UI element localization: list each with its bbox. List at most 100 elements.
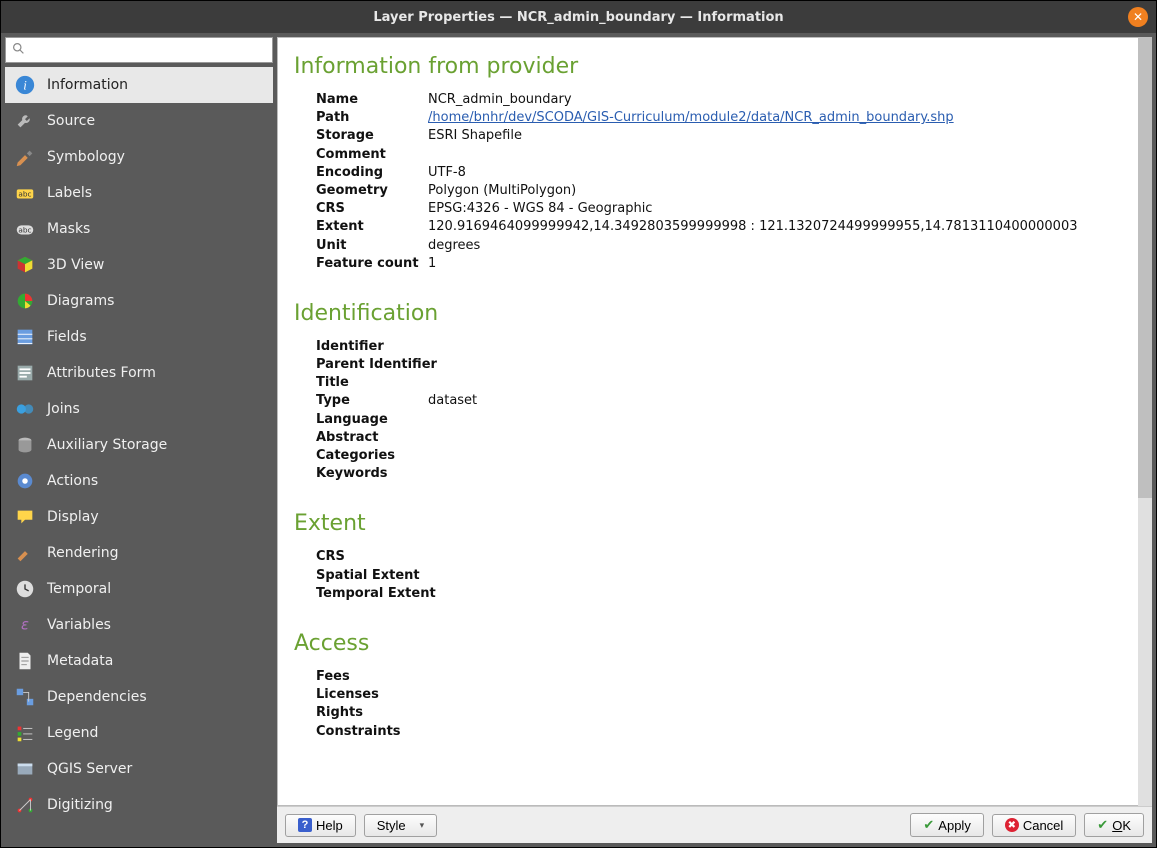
sidebar-item-legend[interactable]: Legend (5, 715, 273, 751)
path-link[interactable]: /home/bnhr/dev/SCODA/GIS-Curriculum/modu… (428, 110, 954, 125)
key-unit: Unit (316, 237, 428, 255)
sidebar-item-information[interactable]: i Information (5, 67, 273, 103)
titlebar: Layer Properties — NCR_admin_boundary — … (1, 1, 1156, 33)
sidebar-item-auxiliary-storage[interactable]: Auxiliary Storage (5, 427, 273, 463)
style-button-label: Style (377, 818, 406, 833)
sidebar-item-symbology[interactable]: Symbology (5, 139, 273, 175)
section-identification-heading: Identification (294, 301, 1123, 326)
key-path: Path (316, 109, 428, 127)
close-button[interactable]: ✕ (1128, 7, 1148, 27)
sidebar-item-attributes-form[interactable]: Attributes Form (5, 355, 273, 391)
labels-icon: abc (13, 181, 37, 205)
svg-text:ε: ε (21, 617, 29, 634)
sidebar-item-dependencies[interactable]: Dependencies (5, 679, 273, 715)
check-icon: ✔ (923, 817, 934, 833)
style-button[interactable]: Style ▾ (364, 814, 437, 837)
sidebar-item-label: Dependencies (47, 689, 147, 705)
key-rights: Rights (316, 704, 428, 722)
key-categories: Categories (316, 447, 428, 465)
sidebar-item-label: Rendering (47, 545, 119, 561)
key-storage: Storage (316, 127, 428, 145)
content-area: Information from provider NameNCR_admin_… (277, 37, 1152, 843)
cancel-icon: ✖ (1005, 818, 1019, 832)
key-temporal-extent: Temporal Extent (316, 585, 446, 603)
chart-icon (13, 289, 37, 313)
val-unit: degrees (428, 237, 480, 255)
tooltip-icon (13, 505, 37, 529)
cube-icon (13, 253, 37, 277)
sidebar-item-label: Temporal (47, 581, 111, 597)
info-icon: i (13, 73, 37, 97)
cancel-button-label: Cancel (1023, 818, 1063, 833)
sidebar-item-masks[interactable]: abc Masks (5, 211, 273, 247)
brush-icon (13, 145, 37, 169)
key-fees: Fees (316, 668, 428, 686)
val-type: dataset (428, 392, 477, 410)
sidebar-item-label: Masks (47, 221, 90, 237)
sidebar-item-variables[interactable]: ε Variables (5, 607, 273, 643)
svg-text:abc: abc (18, 226, 31, 235)
sidebar-item-joins[interactable]: Joins (5, 391, 273, 427)
sidebar-item-3dview[interactable]: 3D View (5, 247, 273, 283)
ok-icon: ✔ (1097, 817, 1108, 833)
content-scroll[interactable]: Information from provider NameNCR_admin_… (277, 37, 1152, 806)
val-storage: ESRI Shapefile (428, 127, 522, 145)
sidebar-item-source[interactable]: Source (5, 103, 273, 139)
sidebar: i Information Source Symbology (5, 37, 273, 843)
ok-button-label: OK (1112, 818, 1131, 833)
close-icon: ✕ (1133, 10, 1143, 24)
sidebar-item-temporal[interactable]: Temporal (5, 571, 273, 607)
apply-button[interactable]: ✔ Apply (910, 813, 983, 837)
val-name: NCR_admin_boundary (428, 91, 572, 109)
sidebar-item-fields[interactable]: Fields (5, 319, 273, 355)
section-provider-heading: Information from provider (294, 54, 1123, 79)
rendering-icon (13, 541, 37, 565)
sidebar-item-label: Diagrams (47, 293, 114, 309)
extent-table: CRS Spatial Extent Temporal Extent (316, 548, 1123, 603)
sidebar-item-label: Auxiliary Storage (47, 437, 167, 453)
chevron-down-icon: ▾ (420, 820, 425, 831)
sidebar-item-label: Variables (47, 617, 111, 633)
search-input[interactable] (31, 43, 266, 58)
sidebar-item-label: Legend (47, 725, 98, 741)
key-title: Title (316, 374, 428, 392)
key-geometry: Geometry (316, 182, 428, 200)
sidebar-item-labels[interactable]: abc Labels (5, 175, 273, 211)
help-button[interactable]: ? Help (285, 814, 356, 837)
scrollbar-thumb[interactable] (1138, 37, 1152, 498)
sidebar-item-qgis-server[interactable]: QGIS Server (5, 751, 273, 787)
scrollbar-track[interactable] (1138, 37, 1152, 806)
sidebar-item-label: Display (47, 509, 99, 525)
sidebar-item-label: Fields (47, 329, 87, 345)
val-geometry: Polygon (MultiPolygon) (428, 182, 576, 200)
sidebar-item-label: Information (47, 77, 128, 93)
sidebar-item-label: Labels (47, 185, 92, 201)
sidebar-item-label: Actions (47, 473, 98, 489)
ok-button[interactable]: ✔ OK (1084, 813, 1144, 837)
val-path: /home/bnhr/dev/SCODA/GIS-Curriculum/modu… (428, 109, 954, 127)
sidebar-item-rendering[interactable]: Rendering (5, 535, 273, 571)
window-title: Layer Properties — NCR_admin_boundary — … (373, 10, 783, 25)
svg-text:i: i (23, 79, 27, 93)
search-icon (12, 42, 25, 59)
digitizing-icon (13, 793, 37, 817)
key-licenses: Licenses (316, 686, 428, 704)
search-field-wrap[interactable] (5, 37, 273, 63)
sidebar-item-actions[interactable]: Actions (5, 463, 273, 499)
wrench-icon (13, 109, 37, 133)
sidebar-item-metadata[interactable]: Metadata (5, 643, 273, 679)
sidebar-item-digitizing[interactable]: Digitizing (5, 787, 273, 823)
section-access-heading: Access (294, 631, 1123, 656)
dependencies-icon (13, 685, 37, 709)
key-parent-identifier: Parent Identifier (316, 356, 446, 374)
sidebar-item-display[interactable]: Display (5, 499, 273, 535)
sidebar-item-diagrams[interactable]: Diagrams (5, 283, 273, 319)
val-encoding: UTF-8 (428, 164, 466, 182)
sidebar-item-label: Attributes Form (47, 365, 156, 381)
cancel-button[interactable]: ✖ Cancel (992, 814, 1076, 837)
sidebar-item-label: Source (47, 113, 95, 129)
sidebar-item-label: QGIS Server (47, 761, 132, 777)
key-extent: Extent (316, 218, 428, 236)
sidebar-item-label: Metadata (47, 653, 113, 669)
access-table: Fees Licenses Rights Constraints (316, 668, 1123, 741)
